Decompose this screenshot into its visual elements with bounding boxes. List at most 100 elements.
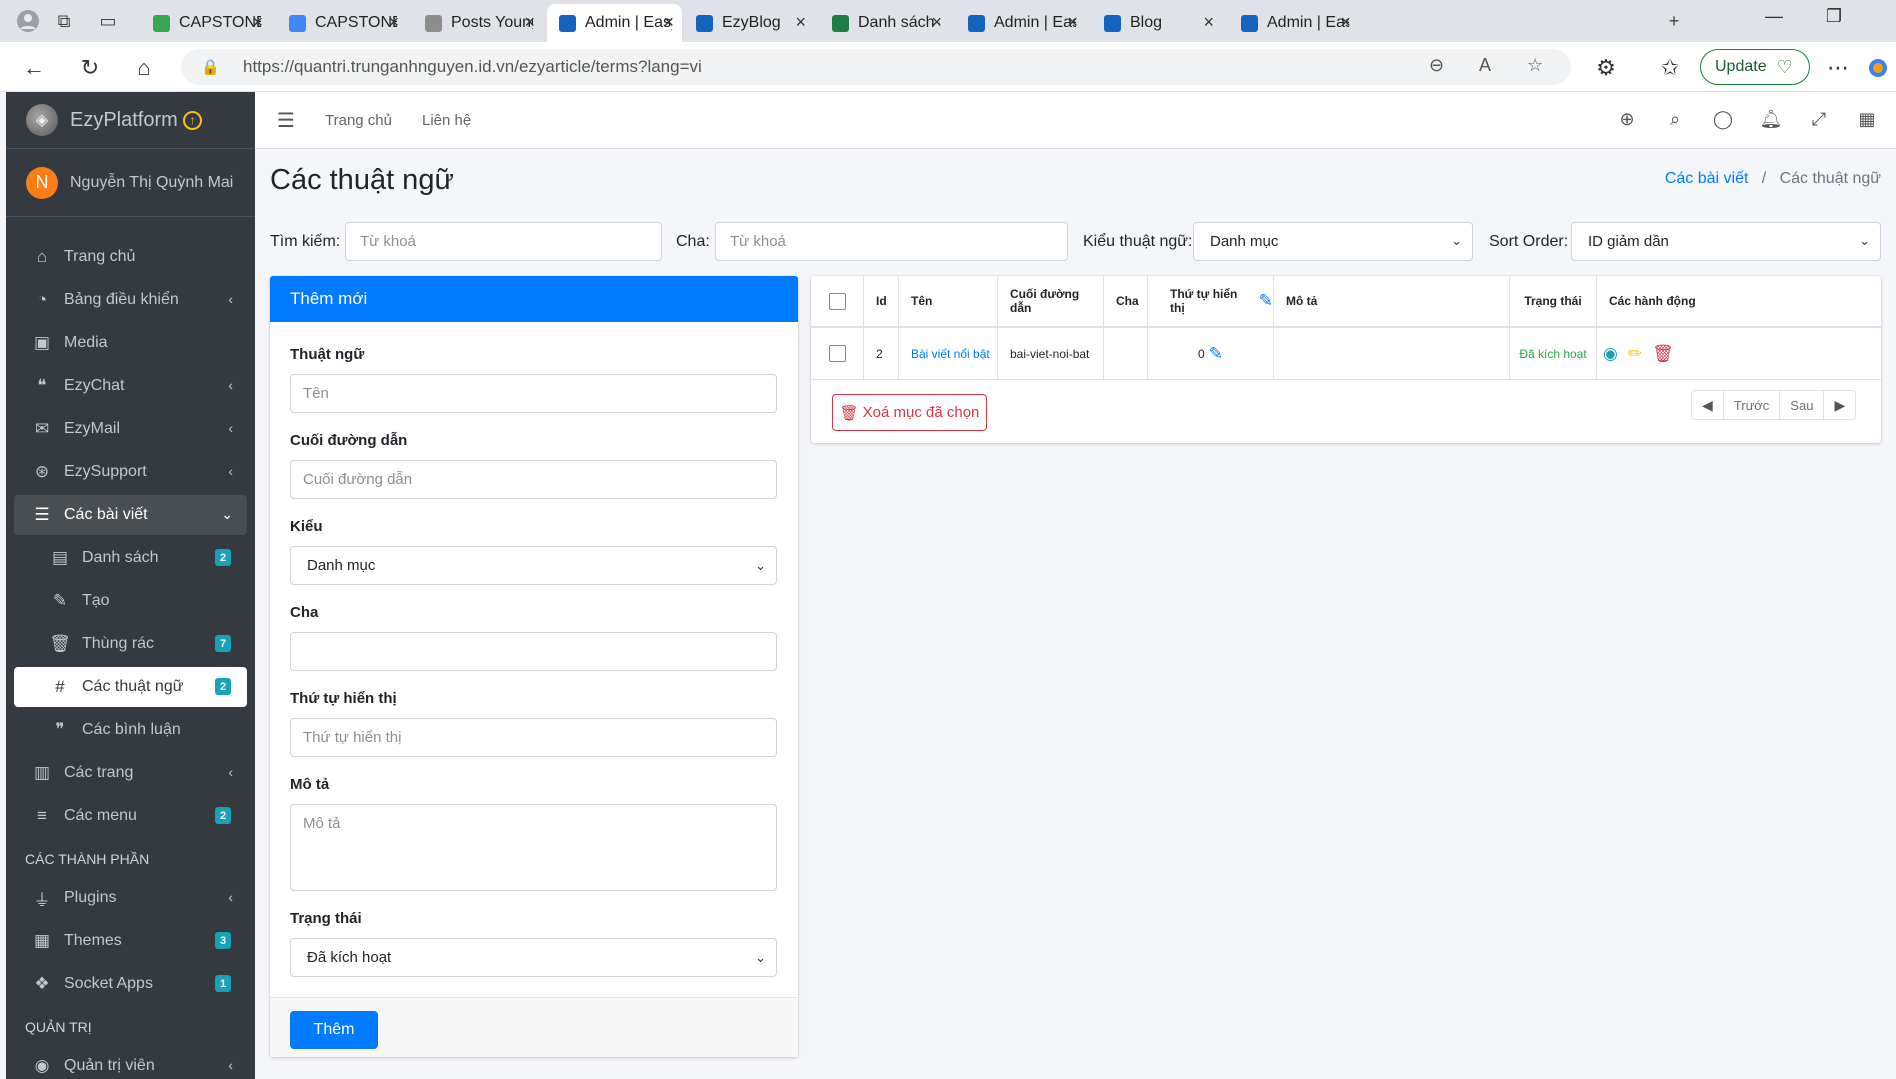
tab-close-icon[interactable]: ×: [663, 12, 674, 33]
brand[interactable]: ◈ EzyPlatform ↑: [6, 92, 255, 149]
tab-close-icon[interactable]: ×: [252, 12, 263, 33]
tab-close-icon[interactable]: ×: [931, 12, 942, 33]
new-tab-icon[interactable]: +: [1660, 7, 1688, 35]
favorites-icon[interactable]: ✩: [1654, 52, 1686, 84]
sidebar-item-themes[interactable]: ▦ Themes 3: [14, 921, 247, 961]
sidebar-item-plugins[interactable]: ⏚ Plugins ‹: [14, 878, 247, 918]
delete-selected-button[interactable]: 🗑︎ Xoá mục đã chọn: [832, 394, 987, 431]
prev-arrow-icon[interactable]: ◀: [1692, 391, 1724, 419]
profile-icon[interactable]: [14, 7, 42, 35]
browser-tab[interactable]: CAPSTONE Pl×: [141, 4, 271, 42]
sidebar-item-comments[interactable]: ❞ Các bình luận: [14, 710, 247, 750]
view-icon[interactable]: ◉: [1603, 344, 1618, 364]
pencil-icon[interactable]: ✏: [1628, 344, 1642, 364]
copilot-icon[interactable]: [1862, 52, 1894, 84]
browser-tab[interactable]: Admin | Easy×: [1229, 4, 1359, 42]
edit-order-icon[interactable]: ✎: [1209, 344, 1223, 364]
row-parent: [1104, 328, 1148, 380]
extensions-icon[interactable]: ⚙: [1590, 52, 1622, 84]
nav-link-home[interactable]: Trang chủ: [325, 112, 392, 129]
back-icon[interactable]: ←: [18, 52, 50, 84]
sidebar-item-ezysupport[interactable]: ⊛ EzySupport ‹: [14, 452, 247, 492]
description-textarea[interactable]: [290, 804, 777, 891]
update-button[interactable]: Update ♡: [1700, 49, 1810, 85]
sort-order-select[interactable]: ID giảm dần ⌄: [1571, 222, 1881, 261]
tab-close-icon[interactable]: ×: [1067, 12, 1078, 33]
nav-link-contact[interactable]: Liên hệ: [422, 112, 471, 129]
prev-button[interactable]: Trước: [1723, 391, 1781, 419]
tab-close-icon[interactable]: ×: [524, 12, 535, 33]
sidebar-item-ezymail[interactable]: ✉ EzyMail ‹: [14, 409, 247, 449]
next-arrow-icon[interactable]: ▶: [1824, 391, 1856, 419]
sidebar-item-home[interactable]: ⌂ Trang chủ: [14, 237, 247, 277]
col-status[interactable]: Trạng thái: [1510, 276, 1597, 328]
sidebar-item-terms[interactable]: # Các thuật ngữ 2: [14, 667, 247, 707]
browser-tab[interactable]: CAPSTONE Pl×: [277, 4, 407, 42]
breadcrumb-parent[interactable]: Các bài viết: [1665, 170, 1749, 187]
home-browser-icon[interactable]: ⌂: [128, 52, 160, 84]
read-aloud-icon[interactable]: A: [1479, 55, 1491, 76]
row-name-link[interactable]: Bài viết nổi bật: [911, 347, 990, 361]
term-type-select[interactable]: Danh mục ⌄: [1193, 222, 1473, 261]
col-description[interactable]: Mô tả: [1274, 276, 1510, 328]
fullscreen-icon[interactable]: ⤢: [1807, 109, 1831, 130]
tab-close-icon[interactable]: ×: [1340, 12, 1351, 33]
zoom-icon[interactable]: ⊖: [1429, 55, 1444, 76]
edit-order-icon[interactable]: ✎: [1259, 291, 1273, 311]
browser-tab[interactable]: Blog ×: [1092, 4, 1222, 42]
next-button[interactable]: Sau: [1780, 391, 1825, 419]
sidebar-item-pages[interactable]: ▥ Các trang ‹: [14, 753, 247, 793]
browser-tab[interactable]: Posts Young I×: [413, 4, 543, 42]
term-name-input[interactable]: [290, 374, 777, 413]
search-input[interactable]: [345, 222, 662, 261]
parent-filter-input[interactable]: [715, 222, 1068, 261]
row-checkbox[interactable]: [828, 345, 846, 362]
browser-tab[interactable]: Admin | Easy×: [956, 4, 1086, 42]
sidebar-item-menus[interactable]: ≡ Các menu 2: [14, 796, 247, 836]
status-select[interactable]: Đã kích hoạt ⌄: [290, 938, 777, 977]
select-all-checkbox[interactable]: [828, 292, 846, 310]
sidebar-item-admins[interactable]: ◉ Quản trị viên ‹: [14, 1046, 247, 1079]
restore-icon[interactable]: ❐: [1814, 6, 1854, 27]
sidebar-item-socket-apps[interactable]: ❖ Socket Apps 1: [14, 964, 247, 1004]
col-parent[interactable]: Cha: [1104, 276, 1148, 328]
workspaces-icon[interactable]: ⧉: [50, 7, 78, 35]
grid-icon[interactable]: ▦: [1855, 109, 1879, 130]
sidebar-item-articles[interactable]: ☰ Các bài viết ⌄: [14, 495, 247, 535]
search-icon[interactable]: ⌕: [1663, 109, 1687, 130]
bell-icon[interactable]: 🔔︎: [1759, 109, 1783, 130]
col-slug[interactable]: Cuối đường dẫn: [998, 276, 1104, 328]
sidebar-item-media[interactable]: ▣ Media: [14, 323, 247, 363]
minimize-icon[interactable]: —: [1754, 6, 1794, 27]
trash-icon[interactable]: 🗑︎: [1652, 344, 1674, 364]
add-button[interactable]: Thêm: [290, 1011, 378, 1049]
more-icon[interactable]: ⋯: [1822, 52, 1854, 84]
favorite-star-icon[interactable]: ☆: [1527, 55, 1543, 76]
tab-close-icon[interactable]: ×: [795, 12, 806, 33]
col-id[interactable]: Id: [864, 276, 899, 328]
sidebar-item-ezychat[interactable]: ❝ EzyChat ‹: [14, 366, 247, 406]
tab-close-icon[interactable]: ×: [1203, 12, 1214, 33]
user-panel[interactable]: N Nguyễn Thị Quỳnh Mai: [6, 149, 255, 217]
tab-close-icon[interactable]: ×: [388, 12, 399, 33]
slug-input[interactable]: [290, 460, 777, 499]
display-order-input[interactable]: [290, 718, 777, 757]
sidebar-item-trash[interactable]: 🗑 Thùng rác 7: [14, 624, 247, 664]
parent-input[interactable]: [290, 632, 777, 671]
sidebar-item-create[interactable]: ✎ Tạo: [14, 581, 247, 621]
reload-icon[interactable]: ↻: [74, 52, 106, 84]
url-field[interactable]: 🔒 https://quantri.trunganhnguyen.id.vn/e…: [181, 49, 1571, 85]
messages-icon[interactable]: ◯: [1711, 109, 1735, 130]
col-name[interactable]: Tên: [899, 276, 998, 328]
col-display-order[interactable]: Thứ tự hiển thị ✎: [1148, 276, 1274, 328]
sidebar-item-list[interactable]: ▤ Danh sách 2: [14, 538, 247, 578]
upgrade-icon[interactable]: ↑: [182, 110, 202, 130]
sidebar-item-dashboard[interactable]: ◔ Bảng điều khiển ‹: [14, 280, 247, 320]
browser-tab[interactable]: EzyBlog ×: [684, 4, 814, 42]
globe-icon[interactable]: ⊕: [1615, 109, 1639, 130]
browser-tab[interactable]: Admin | Easy×: [547, 4, 682, 42]
type-select[interactable]: Danh mục ⌄: [290, 546, 777, 585]
tab-actions-icon[interactable]: ▭: [94, 7, 122, 35]
hamburger-icon[interactable]: ☰: [277, 108, 295, 133]
browser-tab[interactable]: Danh sách cá×: [820, 4, 950, 42]
